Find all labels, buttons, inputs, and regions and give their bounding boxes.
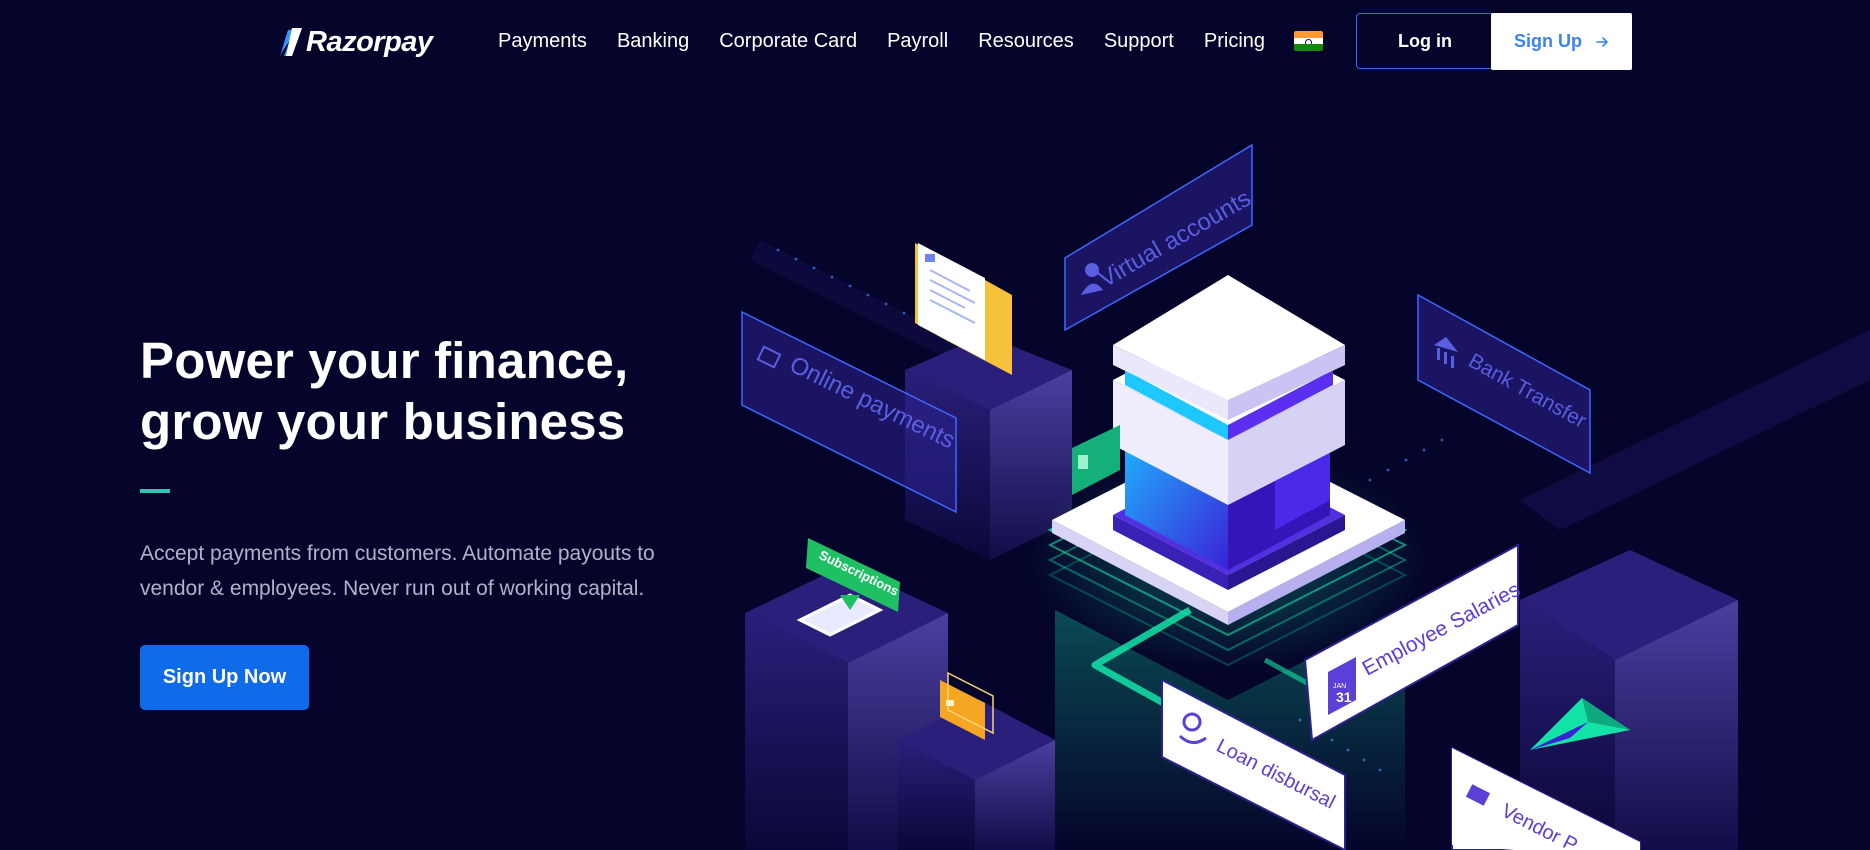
nav-link-banking[interactable]: Banking <box>617 26 689 56</box>
login-button[interactable]: Log in <box>1356 13 1494 69</box>
hero-illustration: Virtual accounts Online payments Bank Tr… <box>741 143 1870 850</box>
top-navigation: Razorpay Payments Banking Corporate Card… <box>0 0 1870 84</box>
bank-transfer-card: Bank Transfer <box>1417 293 1591 475</box>
hero-subtitle: Accept payments from customers. Automate… <box>140 536 740 606</box>
signup-button[interactable]: Sign Up <box>1491 13 1632 70</box>
signup-now-label: Sign Up Now <box>162 666 287 688</box>
nav-link-corporate-card[interactable]: Corporate Card <box>719 26 857 56</box>
signup-button-label: Sign Up <box>1514 31 1582 51</box>
brand-name: Razorpay <box>306 25 433 58</box>
signup-now-button[interactable]: Sign Up Now <box>140 645 309 710</box>
india-flag-icon[interactable] <box>1294 31 1323 51</box>
central-building <box>1113 275 1345 590</box>
arrow-right-icon <box>1596 36 1608 47</box>
accent-divider <box>140 489 170 493</box>
hero-subtitle-line2: vendor & employees. Never run out of wor… <box>140 577 645 600</box>
nav-links: Payments Banking Corporate Card Payroll … <box>498 26 1295 56</box>
razorpay-logo-icon <box>280 28 302 56</box>
hero-subtitle-line1: Accept payments from customers. Automate… <box>140 542 655 565</box>
razorpay-logo[interactable]: Razorpay <box>280 22 433 62</box>
login-button-label: Log in <box>1398 30 1452 51</box>
nav-link-pricing[interactable]: Pricing <box>1204 26 1265 56</box>
hero-title: Power your finance, grow your business <box>140 330 740 452</box>
hero-title-line2: grow your business <box>140 393 626 450</box>
nav-link-payments[interactable]: Payments <box>498 26 587 56</box>
calendar-day: 31 <box>1336 689 1352 705</box>
hero-title-line1: Power your finance, <box>140 332 629 389</box>
nav-link-payroll[interactable]: Payroll <box>887 26 948 56</box>
nav-link-resources[interactable]: Resources <box>978 26 1074 56</box>
nav-link-support[interactable]: Support <box>1104 26 1174 56</box>
